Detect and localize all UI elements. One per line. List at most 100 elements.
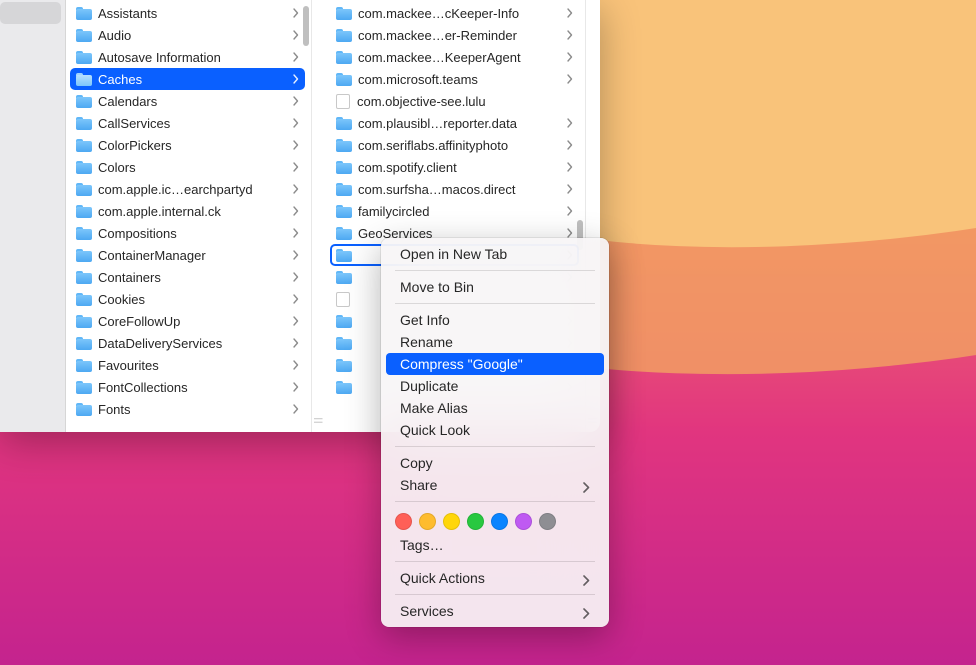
menu-get-info[interactable]: Get Info: [386, 309, 604, 331]
tag-color-dot[interactable]: [467, 513, 484, 530]
list-item-label: Cookies: [98, 292, 289, 307]
chevron-right-icon: [567, 8, 573, 18]
chevron-right-icon: [293, 250, 299, 260]
list-item[interactable]: Audio: [70, 24, 305, 46]
chevron-right-icon: [583, 480, 590, 491]
sidebar-sliver: [0, 0, 66, 432]
list-item-label: com.microsoft.teams: [358, 72, 563, 87]
list-item[interactable]: Caches: [70, 68, 305, 90]
chevron-right-icon: [293, 294, 299, 304]
list-item[interactable]: com.spotify.client: [330, 156, 579, 178]
menu-services[interactable]: Services: [386, 600, 604, 622]
chevron-right-icon: [567, 74, 573, 84]
list-item-label: Favourites: [98, 358, 289, 373]
folder-icon: [76, 293, 92, 306]
list-item-label: FontCollections: [98, 380, 289, 395]
list-item[interactable]: Containers: [70, 266, 305, 288]
list-item-label: Caches: [98, 72, 289, 87]
list-item[interactable]: Fonts: [70, 398, 305, 420]
list-item[interactable]: com.seriflabs.affinityphoto: [330, 134, 579, 156]
chevron-right-icon: [293, 74, 299, 84]
menu-compress[interactable]: Compress "Google": [386, 353, 604, 375]
menu-rename[interactable]: Rename: [386, 331, 604, 353]
chevron-right-icon: [293, 52, 299, 62]
folder-icon: [76, 29, 92, 42]
list-item[interactable]: ContainerManager: [70, 244, 305, 266]
menu-open-new-tab[interactable]: Open in New Tab: [386, 243, 604, 265]
list-item[interactable]: FontCollections: [70, 376, 305, 398]
folder-icon: [336, 51, 352, 64]
menu-quick-look[interactable]: Quick Look: [386, 419, 604, 441]
list-item[interactable]: com.plausibl…reporter.data: [330, 112, 579, 134]
list-item[interactable]: Autosave Information: [70, 46, 305, 68]
tag-color-dot[interactable]: [539, 513, 556, 530]
tag-color-dot[interactable]: [515, 513, 532, 530]
list-item[interactable]: CoreFollowUp: [70, 310, 305, 332]
chevron-right-icon: [567, 206, 573, 216]
menu-separator: [395, 561, 595, 562]
list-item[interactable]: familycircled: [330, 200, 579, 222]
menu-separator: [395, 446, 595, 447]
list-item[interactable]: ColorPickers: [70, 134, 305, 156]
folder-icon: [336, 117, 352, 130]
menu-duplicate[interactable]: Duplicate: [386, 375, 604, 397]
list-item[interactable]: com.mackee…er-Reminder: [330, 24, 579, 46]
tag-color-dot[interactable]: [491, 513, 508, 530]
folder-icon: [76, 315, 92, 328]
chevron-right-icon: [583, 606, 590, 617]
menu-move-to-bin[interactable]: Move to Bin: [386, 276, 604, 298]
list-item-label: DataDeliveryServices: [98, 336, 289, 351]
menu-share[interactable]: Share: [386, 474, 604, 496]
list-item[interactable]: com.microsoft.teams: [330, 68, 579, 90]
list-item[interactable]: Colors: [70, 156, 305, 178]
chevron-right-icon: [293, 272, 299, 282]
chevron-right-icon: [293, 316, 299, 326]
list-item[interactable]: com.surfsha…macos.direct: [330, 178, 579, 200]
chevron-right-icon: [293, 118, 299, 128]
tag-color-dot[interactable]: [395, 513, 412, 530]
list-item-label: ColorPickers: [98, 138, 289, 153]
list-item-label: com.plausibl…reporter.data: [358, 116, 563, 131]
menu-separator: [395, 270, 595, 271]
menu-tags[interactable]: Tags…: [386, 534, 604, 556]
scrollbar-thumb[interactable]: [303, 6, 309, 46]
finder-column-1[interactable]: AssistantsAudioAutosave Information Cache…: [66, 0, 312, 432]
folder-icon: [336, 29, 352, 42]
chevron-right-icon: [567, 184, 573, 194]
list-item-label: ContainerManager: [98, 248, 289, 263]
folder-icon: [76, 51, 92, 64]
list-item[interactable]: Cookies: [70, 288, 305, 310]
folder-icon: [76, 117, 92, 130]
folder-icon: [336, 73, 352, 86]
column-resize-handle[interactable]: ||: [312, 0, 326, 432]
list-item-label: Fonts: [98, 402, 289, 417]
list-item[interactable]: com.mackee…cKeeper-Info: [330, 2, 579, 24]
list-item[interactable]: Calendars: [70, 90, 305, 112]
chevron-right-icon: [293, 206, 299, 216]
list-item[interactable]: CallServices: [70, 112, 305, 134]
folder-icon: [336, 381, 352, 394]
list-item[interactable]: Compositions: [70, 222, 305, 244]
list-item[interactable]: com.apple.ic…earchpartyd: [70, 178, 305, 200]
folder-icon: [76, 73, 92, 86]
folder-icon: [76, 95, 92, 108]
menu-make-alias[interactable]: Make Alias: [386, 397, 604, 419]
chevron-right-icon: [293, 338, 299, 348]
menu-copy[interactable]: Copy: [386, 452, 604, 474]
list-item[interactable]: DataDeliveryServices: [70, 332, 305, 354]
tag-color-dot[interactable]: [443, 513, 460, 530]
list-item[interactable]: Favourites: [70, 354, 305, 376]
menu-quick-actions[interactable]: Quick Actions: [386, 567, 604, 589]
chevron-right-icon: [293, 96, 299, 106]
list-item[interactable]: com.mackee…KeeperAgent: [330, 46, 579, 68]
folder-icon: [76, 403, 92, 416]
list-item-label: Compositions: [98, 226, 289, 241]
list-item[interactable]: Assistants: [70, 2, 305, 24]
list-item[interactable]: com.apple.internal.ck: [70, 200, 305, 222]
list-item-label: com.seriflabs.affinityphoto: [358, 138, 563, 153]
list-item[interactable]: com.objective-see.lulu: [330, 90, 579, 112]
chevron-right-icon: [293, 228, 299, 238]
tag-color-dot[interactable]: [419, 513, 436, 530]
chevron-right-icon: [567, 140, 573, 150]
folder-icon: [336, 161, 352, 174]
